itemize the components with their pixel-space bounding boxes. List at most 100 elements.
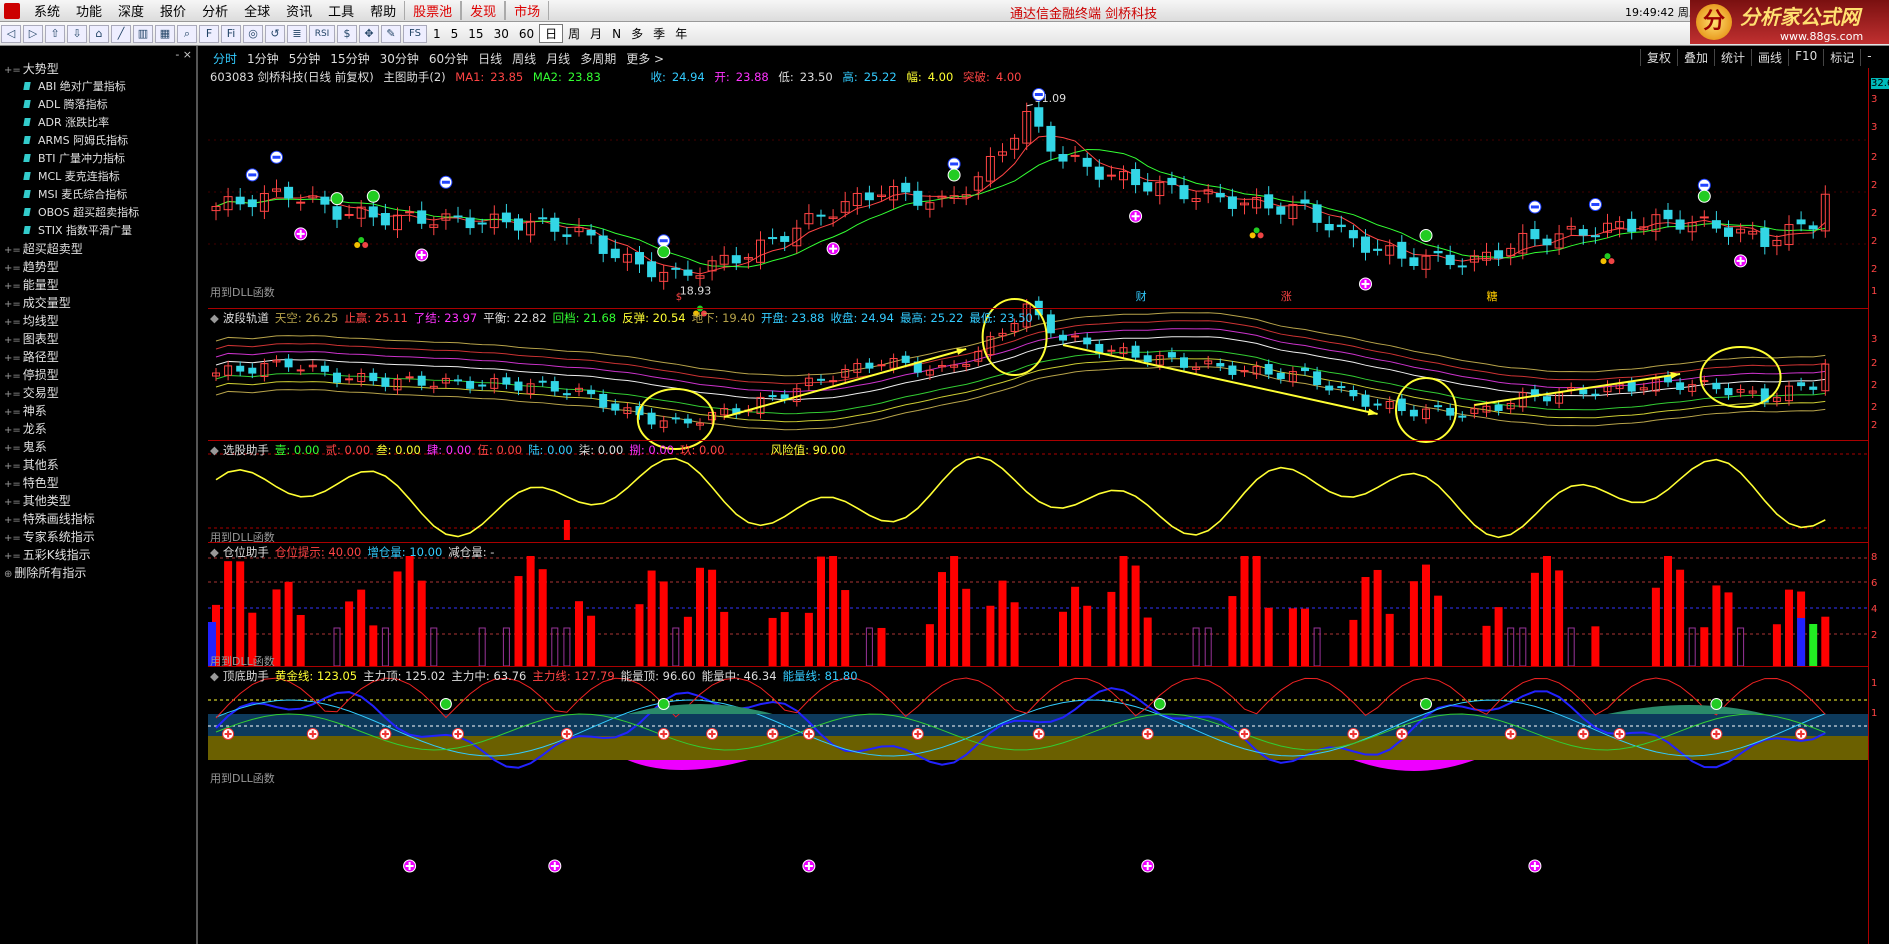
home-icon[interactable]: ⌂ xyxy=(89,24,109,43)
tree-indicator-item[interactable]: ADL 腾落指标 xyxy=(0,96,196,114)
down-icon[interactable]: ⇩ xyxy=(67,24,87,43)
expand-icon[interactable]: += xyxy=(4,461,21,472)
expand-icon[interactable]: += xyxy=(4,335,21,346)
period-1[interactable]: 1 xyxy=(428,27,446,41)
menu-item-depth[interactable]: 深度 xyxy=(110,1,152,20)
period-tab[interactable]: 更多 > xyxy=(621,50,669,67)
tree-indicator-item[interactable]: ABI 绝对广量指标 xyxy=(0,78,196,96)
tree-indicator-item[interactable]: STIX 指数平滑广量 xyxy=(0,222,196,240)
expand-icon[interactable]: += xyxy=(4,533,21,544)
tree-category[interactable]: += 交易型 xyxy=(0,384,196,402)
period-tab[interactable]: 60分钟 xyxy=(424,50,473,67)
panel-menu-icon[interactable]: ◆ xyxy=(210,443,219,457)
tree-category[interactable]: += 超买超卖型 xyxy=(0,240,196,258)
menu-item-news[interactable]: 资讯 xyxy=(278,1,320,20)
panel-menu-icon[interactable]: ◆ xyxy=(210,311,219,325)
menu-item-system[interactable]: 系统 xyxy=(26,1,68,20)
tree-category[interactable]: += 成交量型 xyxy=(0,294,196,312)
period-tab[interactable]: 分时 xyxy=(208,50,242,67)
expand-icon[interactable]: += xyxy=(4,281,21,292)
up-icon[interactable]: ⇧ xyxy=(45,24,65,43)
chart-tool-button[interactable]: F10 xyxy=(1788,49,1823,66)
panel-title[interactable]: 波段轨道 xyxy=(223,311,269,325)
expand-icon[interactable]: += xyxy=(4,479,21,490)
tree-category[interactable]: += 大势型 xyxy=(0,60,196,78)
menu-item-help[interactable]: 帮助 xyxy=(362,1,404,20)
fs-icon[interactable]: FS xyxy=(403,24,427,43)
period-day[interactable]: 日 xyxy=(539,24,564,43)
tree-indicator-item[interactable]: MSI 麦氏综合指标 xyxy=(0,186,196,204)
expand-icon[interactable]: += xyxy=(4,263,21,274)
expand-icon[interactable]: += xyxy=(4,317,21,328)
bar-chart-icon[interactable]: ▥ xyxy=(133,24,153,43)
tree-category[interactable]: += 神系 xyxy=(0,402,196,420)
tree-indicator-item[interactable]: BTI 广量冲力指标 xyxy=(0,150,196,168)
menu-item-analysis[interactable]: 分析 xyxy=(194,1,236,20)
back-icon[interactable]: ◁ xyxy=(1,24,21,43)
tree-category[interactable]: += 特殊画线指标 xyxy=(0,510,196,528)
panel-title[interactable]: 仓位助手 xyxy=(223,545,269,559)
tree-category[interactable]: += 龙系 xyxy=(0,420,196,438)
chart-tool-button[interactable]: 统计 xyxy=(1714,49,1751,66)
tree-indicator-item[interactable]: OBOS 超买超卖指标 xyxy=(0,204,196,222)
period-week[interactable]: 周 xyxy=(563,25,585,42)
chart-tool-button[interactable]: 复权 xyxy=(1640,49,1677,66)
period-tab[interactable]: 15分钟 xyxy=(325,50,374,67)
tree-category[interactable]: += 特色型 xyxy=(0,474,196,492)
panel-menu-icon[interactable]: ◆ xyxy=(210,545,219,559)
expand-icon[interactable]: += xyxy=(4,443,21,454)
pencil-icon[interactable]: ✎ xyxy=(381,24,401,43)
expand-icon[interactable]: += xyxy=(4,389,21,400)
fiz-icon[interactable]: Fi xyxy=(221,24,241,43)
expand-icon[interactable]: += xyxy=(4,353,21,364)
period-60[interactable]: 60 xyxy=(514,27,539,41)
menu-item-global[interactable]: 全球 xyxy=(236,1,278,20)
period-tab[interactable]: 日线 xyxy=(473,50,507,67)
expand-icon[interactable]: += xyxy=(4,371,21,382)
expand-icon[interactable]: += xyxy=(4,515,21,526)
period-n[interactable]: N xyxy=(607,27,626,41)
panel-title[interactable]: 顶底助手 xyxy=(223,669,269,683)
menu-item-tools[interactable]: 工具 xyxy=(320,1,362,20)
expand-icon[interactable]: += xyxy=(4,425,21,436)
chart-tool-button[interactable]: 叠加 xyxy=(1677,49,1714,66)
f10-icon[interactable]: F xyxy=(199,24,219,43)
expand-icon[interactable]: += xyxy=(4,245,21,256)
period-tab[interactable]: 30分钟 xyxy=(375,50,424,67)
period-5[interactable]: 5 xyxy=(446,27,464,41)
period-15[interactable]: 15 xyxy=(463,27,488,41)
tree-indicator-item[interactable]: MCL 麦克连指标 xyxy=(0,168,196,186)
chart-tool-button[interactable]: 画线 xyxy=(1751,49,1788,66)
expand-icon[interactable]: += xyxy=(4,299,21,310)
menu-item-quote[interactable]: 报价 xyxy=(152,1,194,20)
period-multi[interactable]: 多 xyxy=(626,25,648,42)
forward-icon[interactable]: ▷ xyxy=(23,24,43,43)
menu-market[interactable]: 市场 xyxy=(505,1,550,20)
ruler-icon[interactable]: ≣ xyxy=(287,24,307,43)
panel-title[interactable]: 选股助手 xyxy=(223,443,269,457)
expand-icon[interactable]: += xyxy=(4,551,21,562)
tree-category[interactable]: += 其他系 xyxy=(0,456,196,474)
sidebar-controls[interactable]: - × xyxy=(175,48,192,61)
tree-category[interactable]: += 专家系统指示 xyxy=(0,528,196,546)
chart-area[interactable]: 31.09 18.93 $ 财涨糖 603083 剑桥科技(日线 前复权) 主图助手(… xyxy=(208,68,1868,944)
period-tab[interactable]: 5分钟 xyxy=(284,50,326,67)
move-icon[interactable]: ✥ xyxy=(359,24,379,43)
period-tab[interactable]: 周线 xyxy=(507,50,541,67)
tree-category[interactable]: += 路径型 xyxy=(0,348,196,366)
tree-category[interactable]: += 均线型 xyxy=(0,312,196,330)
expand-icon[interactable]: += xyxy=(4,407,21,418)
chart-tool-button[interactable]: 标记 xyxy=(1823,49,1860,66)
dollar-icon[interactable]: $ xyxy=(337,24,357,43)
tree-indicator-item[interactable]: ADR 涨跌比率 xyxy=(0,114,196,132)
menu-stock-pool[interactable]: 股票池 xyxy=(404,1,462,20)
app-icon[interactable] xyxy=(4,2,20,19)
tree-category[interactable]: ⊕ 删除所有指示 xyxy=(0,564,196,582)
tree-indicator-item[interactable]: ARMS 阿姆氏指标 xyxy=(0,132,196,150)
menu-item-function[interactable]: 功能 xyxy=(68,1,110,20)
main-helper-label[interactable]: 主图助手(2) xyxy=(383,70,445,84)
search-icon[interactable]: ⌕ xyxy=(177,24,197,43)
period-tab[interactable]: 多周期 xyxy=(575,50,621,67)
panel-menu-icon[interactable]: ◆ xyxy=(210,669,219,683)
tree-category[interactable]: += 趋势型 xyxy=(0,258,196,276)
